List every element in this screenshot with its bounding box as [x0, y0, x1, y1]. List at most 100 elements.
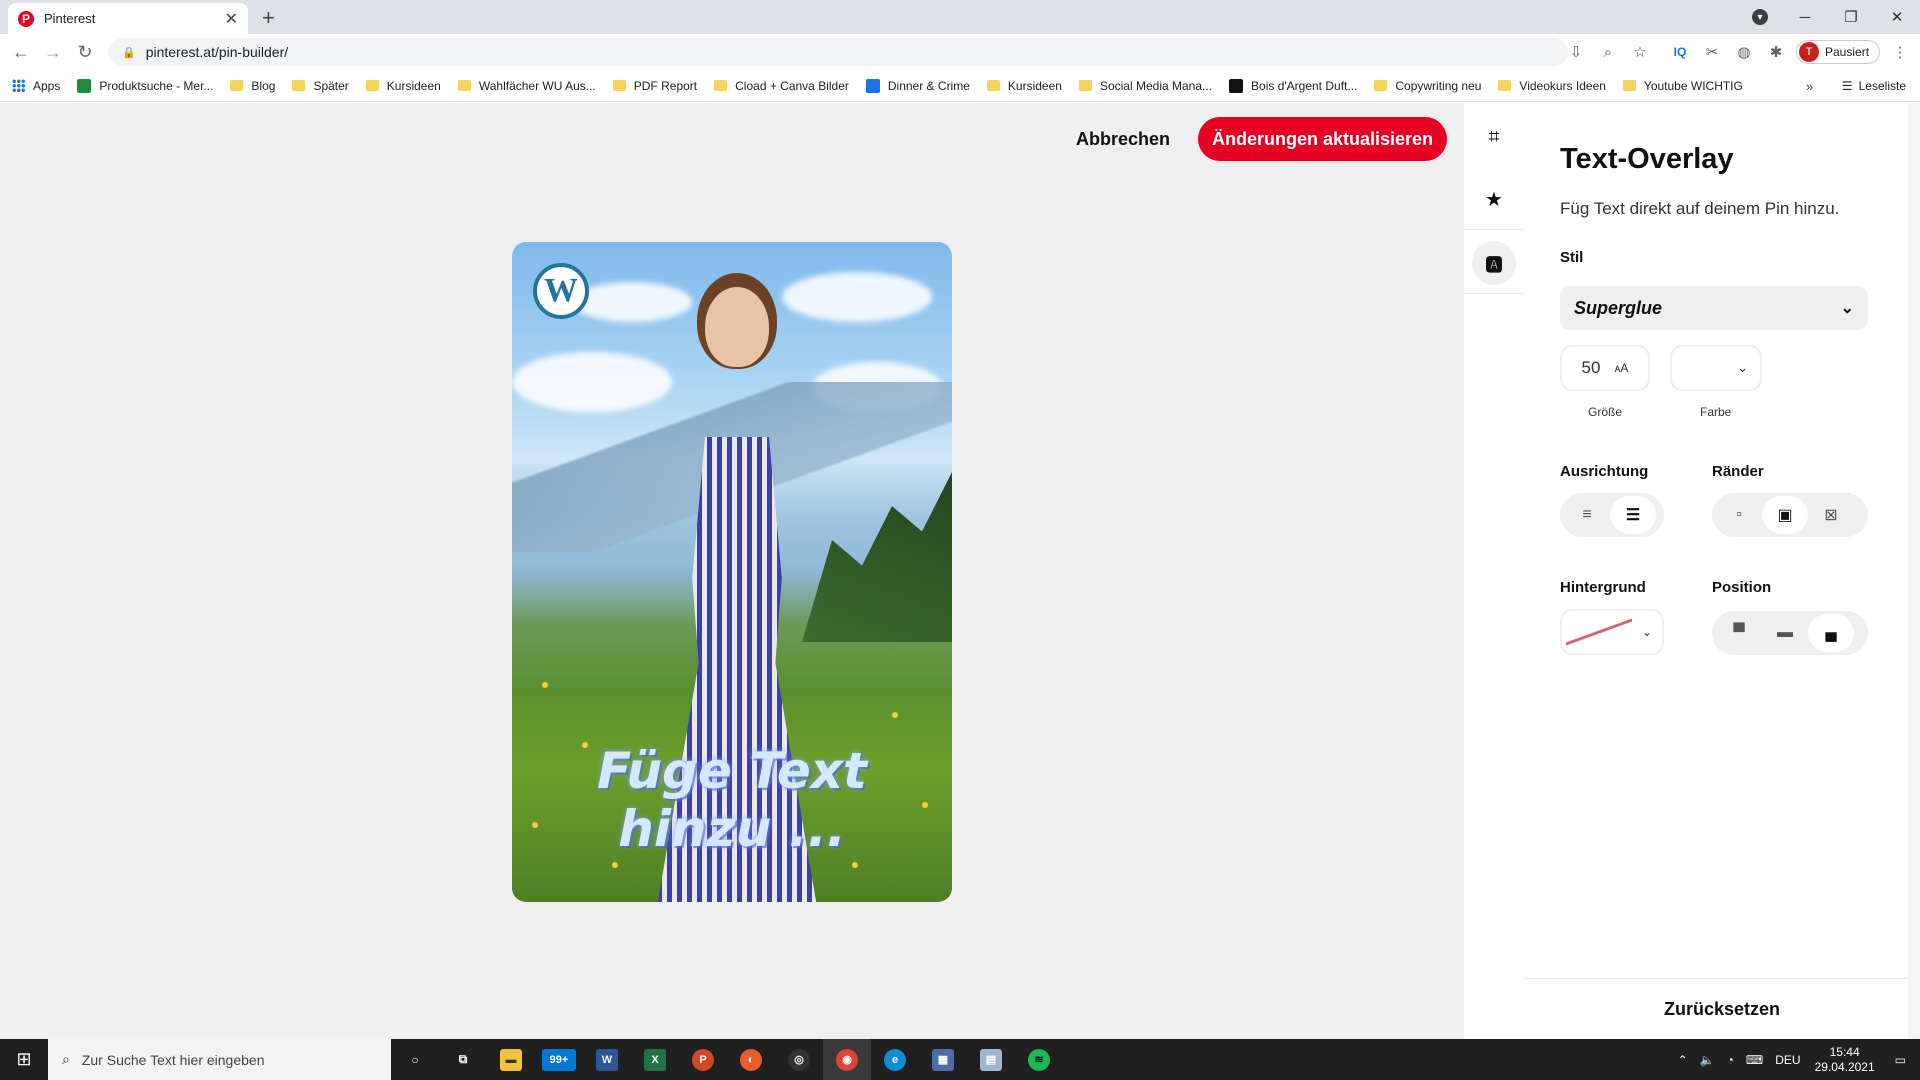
bookmark-item[interactable]: Copywriting neu [1374, 79, 1481, 93]
close-window-icon[interactable]: ✕ [1874, 0, 1920, 34]
site-icon [1229, 78, 1244, 93]
obs-icon[interactable]: ◎ [775, 1039, 823, 1080]
pin-preview[interactable]: W Füge Text hinzu ... [512, 242, 952, 902]
page-scrollbar[interactable] [1908, 103, 1920, 1039]
powerpoint-icon[interactable]: P [679, 1039, 727, 1080]
spotify-icon[interactable]: ≋ [1015, 1039, 1063, 1080]
chrome-icon[interactable]: ◉ [823, 1039, 871, 1080]
cortana-icon[interactable]: ○ [391, 1039, 439, 1080]
background-label: Hintergrund [1560, 579, 1646, 596]
tab-title: Pinterest [44, 11, 96, 26]
pin-builder-page: Abbrechen Änderungen aktualisieren W Füg… [0, 103, 1920, 1039]
bookmark-item[interactable]: Produktsuche - Mer... [77, 78, 213, 93]
language-indicator[interactable]: DEU [1775, 1053, 1800, 1067]
windows-taskbar: ⊞ ⌕ Zur Suche Text hier eingeben ○ ⧉ ▬ 9… [0, 1039, 1920, 1080]
new-tab-icon[interactable]: + [262, 5, 275, 31]
reading-list[interactable]: ☰ Leseliste [1842, 70, 1906, 101]
bookmark-item[interactable]: Dinner & Crime [865, 78, 970, 93]
lock-icon: 🔒 [122, 46, 136, 59]
extensions-puzzle-icon[interactable]: ✱ [1764, 40, 1788, 64]
forward-icon[interactable]: → [38, 37, 68, 67]
close-tab-icon[interactable]: ✕ [225, 9, 238, 29]
text-color-picker[interactable]: ⌄ [1670, 345, 1762, 391]
folder-icon [230, 80, 244, 91]
bookmark-item[interactable]: Cload + Canva Bilder [714, 79, 849, 93]
bookmark-item[interactable]: Später [292, 79, 349, 93]
edge-icon[interactable]: e [871, 1039, 919, 1080]
word-icon[interactable]: W [583, 1039, 631, 1080]
crop-icon[interactable]: ⌗ [1472, 115, 1516, 159]
align-left-icon[interactable]: ≡ [1564, 496, 1610, 534]
notification-icon[interactable]: ▭ [1895, 1053, 1906, 1067]
folder-icon [1622, 80, 1636, 91]
search-icon: ⌕ [62, 1051, 70, 1067]
zoom-icon[interactable]: ⌕ [1596, 40, 1620, 64]
position-middle-icon[interactable]: ▬ [1762, 614, 1808, 652]
bookmark-star-icon[interactable]: ☆ [1628, 40, 1652, 64]
restore-icon[interactable]: ❐ [1828, 0, 1874, 34]
keyboard-icon[interactable]: ⌨ [1746, 1053, 1763, 1067]
network-icon[interactable]: ◔ [1727, 1053, 1734, 1067]
volume-icon[interactable]: 🔈 [1700, 1053, 1715, 1067]
alignment-segment: ≡ ☰ [1560, 493, 1664, 537]
text-size-icon: ᴀA [1614, 361, 1629, 375]
position-bottom-icon[interactable]: ▄ [1808, 614, 1854, 652]
border-medium-icon[interactable]: ▣ [1762, 496, 1808, 534]
mail-icon[interactable]: 99+ [535, 1039, 583, 1080]
install-app-icon[interactable]: ⇩ [1564, 40, 1588, 64]
tray-chevron-up-icon[interactable]: ⌃ [1678, 1053, 1688, 1067]
border-none-icon[interactable]: ▫ [1716, 496, 1762, 534]
tab-search-icon[interactable]: ▾ [1752, 9, 1768, 25]
extension-iq-icon[interactable]: IQ [1668, 40, 1692, 64]
app-icon[interactable]: ▤ [967, 1039, 1015, 1080]
bookmark-apps[interactable]: Apps [12, 79, 60, 93]
back-icon[interactable]: ← [6, 37, 36, 67]
minimize-icon[interactable]: ─ [1782, 0, 1828, 34]
background-color-picker[interactable]: ⌄ [1560, 609, 1664, 655]
taskbar-clock[interactable]: 15:44 29.04.2021 [1815, 1045, 1875, 1075]
folder-icon [457, 80, 471, 91]
address-bar[interactable]: 🔒 pinterest.at/pin-builder/ [108, 38, 1568, 66]
reset-button[interactable]: Zurücksetzen [1664, 999, 1780, 1020]
browser-tab[interactable]: P Pinterest ✕ [8, 3, 248, 34]
folder-icon [612, 80, 626, 91]
windows-start-icon[interactable]: ⊞ [0, 1039, 48, 1080]
position-top-icon[interactable]: ▀ [1716, 614, 1762, 652]
align-center-icon[interactable]: ☰ [1610, 496, 1656, 534]
bookmark-item[interactable]: Bois d'Argent Duft... [1229, 78, 1357, 93]
cancel-button[interactable]: Abbrechen [1064, 117, 1182, 161]
apps-grid-icon [12, 79, 25, 92]
bookmark-item[interactable]: Kursideen [986, 79, 1062, 93]
bookmark-item[interactable]: Blog [230, 79, 275, 93]
task-view-icon[interactable]: ⧉ [439, 1039, 487, 1080]
font-size-field[interactable]: 50 ᴀA [1560, 345, 1650, 391]
bookmark-item[interactable]: PDF Report [612, 79, 697, 93]
profile-button[interactable]: T Pausiert [1796, 40, 1881, 64]
rail-divider [1464, 293, 1524, 294]
border-wide-icon[interactable]: ⊠ [1808, 496, 1854, 534]
font-size-value: 50 [1581, 358, 1601, 377]
excel-icon[interactable]: X [631, 1039, 679, 1080]
pin-overlay-text[interactable]: Füge Text hinzu ... [512, 742, 952, 858]
taskbar-search-input[interactable]: ⌕ Zur Suche Text hier eingeben [48, 1039, 391, 1080]
rail-divider [1464, 229, 1524, 230]
bookmark-item[interactable]: Videokurs Ideen [1498, 79, 1606, 93]
bookmark-item[interactable]: Kursideen [365, 79, 441, 93]
app-icon[interactable]: ◐ [727, 1039, 775, 1080]
update-changes-button[interactable]: Änderungen aktualisieren [1198, 117, 1448, 161]
reload-icon[interactable]: ↻ [70, 37, 100, 67]
star-icon[interactable]: ★ [1472, 177, 1516, 221]
extension-icon[interactable]: ✂ [1700, 40, 1724, 64]
bookmark-item[interactable]: Wahlfächer WU Aus... [457, 79, 596, 93]
bookmark-item[interactable]: Youtube WICHTIG [1622, 79, 1743, 93]
system-tray: ⌃ 🔈 ◔ ⌨ DEU 15:44 29.04.2021 ▭ [1672, 1039, 1920, 1080]
more-bookmarks-icon[interactable]: » [1806, 70, 1813, 101]
flower-shape [542, 682, 548, 688]
app-icon[interactable]: ▦ [919, 1039, 967, 1080]
file-explorer-icon[interactable]: ▬ [487, 1039, 535, 1080]
bookmark-item[interactable]: Social Media Mana... [1078, 79, 1212, 93]
extension-shield-icon[interactable]: ◍ [1732, 40, 1756, 64]
browser-menu-icon[interactable]: ⋮ [1888, 40, 1912, 64]
font-style-select[interactable]: Superglue ⌄ [1560, 286, 1868, 330]
text-overlay-icon[interactable]: 🅰 [1472, 241, 1516, 285]
